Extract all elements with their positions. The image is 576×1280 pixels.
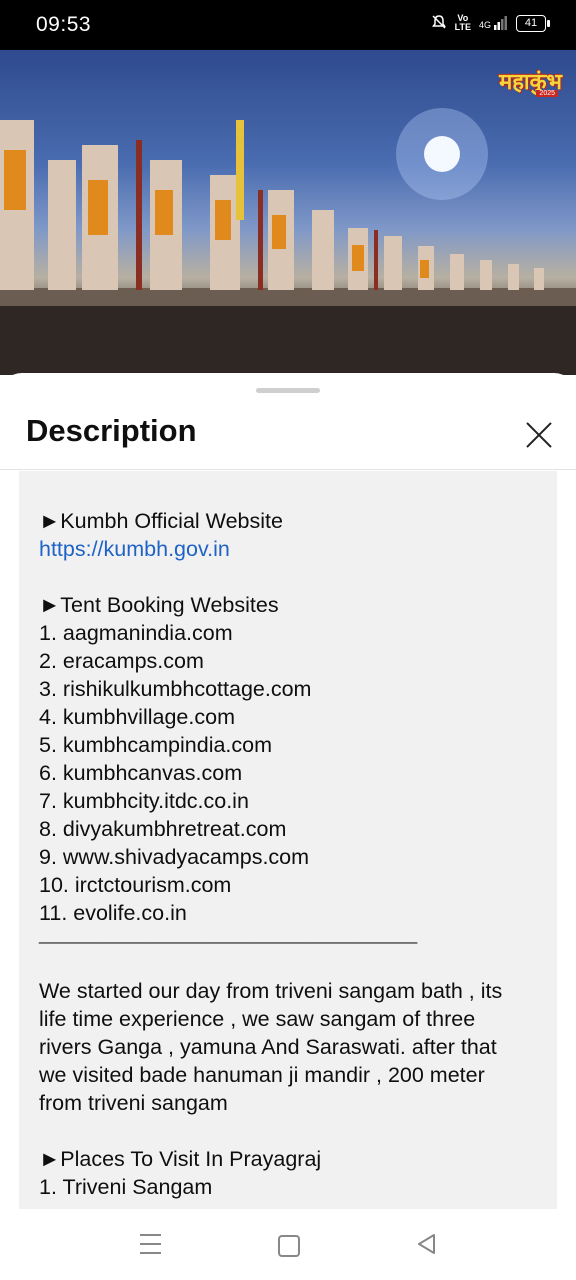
network-label: 4G bbox=[478, 20, 491, 30]
description-paragraph: We started our day from triveni sangam b… bbox=[39, 979, 503, 1115]
video-player[interactable]: महाकुंभ 2025 bbox=[0, 50, 576, 375]
description-sheet: Description ►Kumbh Official Website http… bbox=[0, 373, 576, 1209]
4g-signal-icon: 4G bbox=[479, 16, 508, 30]
menu-icon[interactable] bbox=[140, 1234, 161, 1254]
mute-bell-icon bbox=[431, 14, 447, 32]
tent-site-item: 8. divyakumbhretreat.com bbox=[39, 817, 287, 841]
tent-site-item: 5. kumbhcampindia.com bbox=[39, 733, 273, 757]
tent-site-item: 3. rishikulkumbhcottage.com bbox=[39, 677, 312, 701]
tent-site-item: 7. kumbhcity.itdc.co.in bbox=[39, 789, 249, 813]
separator-line: ________________________________________ bbox=[39, 925, 418, 944]
header-divider bbox=[0, 469, 576, 470]
tent-site-item: 4. kumbhvillage.com bbox=[39, 705, 235, 729]
status-icons: Vo LTE 4G 41 bbox=[431, 14, 550, 32]
home-icon[interactable] bbox=[278, 1235, 300, 1257]
description-body: ►Kumbh Official Website https://kumbh.go… bbox=[19, 471, 557, 1209]
channel-logo-year: 2025 bbox=[536, 90, 558, 97]
place-item: 1. Triveni Sangam bbox=[39, 1175, 213, 1199]
tent-site-item: 6. kumbhcanvas.com bbox=[39, 761, 243, 785]
status-bar: 09:53 Vo LTE 4G 41 bbox=[0, 0, 576, 50]
official-website-header: ►Kumbh Official Website bbox=[39, 509, 283, 533]
official-website-link[interactable]: https://kumbh.gov.in bbox=[39, 535, 557, 563]
tent-site-item: 2. eracamps.com bbox=[39, 649, 204, 673]
tent-site-item: 1. aagmanindia.com bbox=[39, 621, 233, 645]
tent-site-item: 10. irctctourism.com bbox=[39, 873, 232, 897]
video-frame bbox=[0, 108, 576, 375]
tent-booking-header: ►Tent Booking Websites bbox=[39, 593, 279, 617]
tent-site-item: 9. www.shivadyacamps.com bbox=[39, 845, 310, 869]
volte-lte: LTE bbox=[454, 22, 471, 32]
drag-handle[interactable] bbox=[256, 388, 320, 393]
navigation-bar bbox=[0, 1209, 576, 1280]
status-time: 09:53 bbox=[36, 13, 92, 36]
places-header: ►Places To Visit In Prayagraj bbox=[39, 1147, 322, 1171]
sheet-title: Description bbox=[26, 413, 197, 448]
volte-icon: Vo LTE bbox=[455, 14, 471, 32]
battery-icon: 41 bbox=[516, 14, 550, 32]
back-icon[interactable] bbox=[416, 1233, 436, 1260]
close-icon[interactable] bbox=[514, 413, 560, 459]
